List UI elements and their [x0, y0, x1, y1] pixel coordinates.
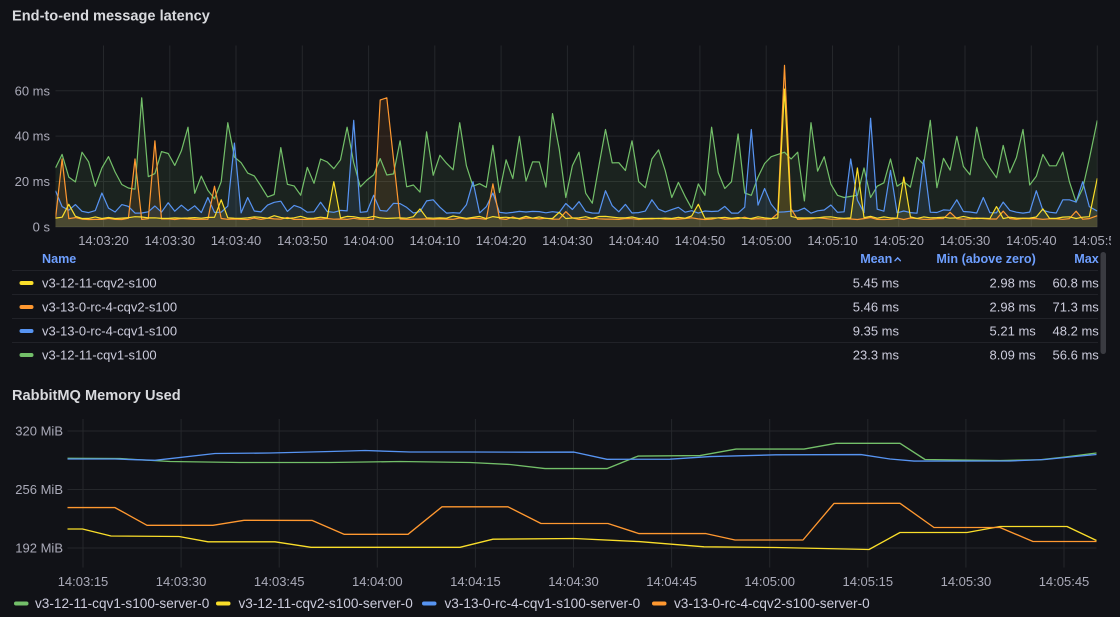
svg-text:8.09 ms: 8.09 ms [990, 348, 1037, 363]
svg-text:14:04:20: 14:04:20 [476, 233, 527, 248]
svg-text:v3-12-11-cqv1-s100-server-0: v3-12-11-cqv1-s100-server-0 [35, 596, 210, 611]
svg-text:14:03:20: 14:03:20 [78, 233, 129, 248]
svg-text:RabbitMQ Memory Used: RabbitMQ Memory Used [12, 388, 181, 404]
svg-text:14:05:20: 14:05:20 [873, 233, 924, 248]
svg-text:56.6 ms: 56.6 ms [1053, 348, 1100, 363]
svg-text:v3-12-11-cqv1-s100: v3-12-11-cqv1-s100 [42, 348, 157, 363]
svg-text:14:05:15: 14:05:15 [842, 574, 893, 589]
svg-text:End-to-end message latency: End-to-end message latency [12, 9, 211, 25]
svg-text:Name: Name [42, 252, 76, 266]
svg-text:14:04:10: 14:04:10 [409, 233, 460, 248]
svg-text:23.3 ms: 23.3 ms [853, 348, 900, 363]
svg-text:v3-13-0-rc-4-cqv2-s100-server-: v3-13-0-rc-4-cqv2-s100-server-0 [674, 596, 870, 611]
svg-text:14:03:30: 14:03:30 [144, 233, 195, 248]
svg-text:14:05:10: 14:05:10 [807, 233, 858, 248]
svg-text:320 MiB: 320 MiB [15, 424, 63, 439]
svg-text:14:03:45: 14:03:45 [254, 574, 305, 589]
svg-text:v3-13-0-rc-4-cqv2-s100: v3-13-0-rc-4-cqv2-s100 [42, 300, 177, 315]
svg-text:v3-13-0-rc-4-cqv1-s100-server-: v3-13-0-rc-4-cqv1-s100-server-0 [445, 596, 641, 611]
svg-text:14:03:50: 14:03:50 [277, 233, 328, 248]
svg-text:5.21 ms: 5.21 ms [990, 324, 1037, 339]
svg-text:14:04:50: 14:04:50 [675, 233, 726, 248]
svg-text:Mean: Mean [860, 252, 892, 266]
svg-text:v3-12-11-cqv2-s100: v3-12-11-cqv2-s100 [42, 276, 157, 291]
svg-text:5.46 ms: 5.46 ms [853, 300, 900, 315]
svg-text:14:05:45: 14:05:45 [1039, 574, 1090, 589]
svg-text:9.35 ms: 9.35 ms [853, 324, 900, 339]
svg-text:14:05:30: 14:05:30 [941, 574, 992, 589]
svg-text:14:04:15: 14:04:15 [450, 574, 501, 589]
svg-text:v3-12-11-cqv2-s100-server-0: v3-12-11-cqv2-s100-server-0 [239, 596, 414, 611]
svg-text:14:04:30: 14:04:30 [548, 574, 599, 589]
svg-text:40 ms: 40 ms [15, 129, 51, 144]
svg-text:v3-13-0-rc-4-cqv1-s100: v3-13-0-rc-4-cqv1-s100 [42, 324, 177, 339]
svg-text:60 ms: 60 ms [15, 83, 51, 98]
svg-text:2.98 ms: 2.98 ms [990, 300, 1037, 315]
svg-text:256 MiB: 256 MiB [15, 482, 63, 497]
svg-text:2.98 ms: 2.98 ms [990, 276, 1037, 291]
svg-text:14:03:15: 14:03:15 [58, 574, 109, 589]
svg-text:48.2 ms: 48.2 ms [1053, 324, 1100, 339]
svg-text:14:03:30: 14:03:30 [156, 574, 207, 589]
svg-text:Min (above zero): Min (above zero) [936, 252, 1035, 266]
svg-text:14:04:45: 14:04:45 [646, 574, 697, 589]
svg-text:60.8 ms: 60.8 ms [1053, 276, 1100, 291]
svg-text:14:05:00: 14:05:00 [744, 574, 795, 589]
svg-text:14:04:00: 14:04:00 [343, 233, 394, 248]
svg-text:14:05:00: 14:05:00 [741, 233, 792, 248]
svg-text:0 s: 0 s [33, 220, 51, 235]
svg-text:14:03:40: 14:03:40 [211, 233, 262, 248]
svg-text:Max: Max [1074, 252, 1099, 266]
svg-text:14:05:40: 14:05:40 [1006, 233, 1057, 248]
svg-text:14:04:00: 14:04:00 [352, 574, 403, 589]
svg-text:14:04:40: 14:04:40 [608, 233, 659, 248]
svg-text:71.3 ms: 71.3 ms [1053, 300, 1100, 315]
svg-text:14:05:30: 14:05:30 [940, 233, 991, 248]
svg-text:14:04:30: 14:04:30 [542, 233, 593, 248]
svg-text:20 ms: 20 ms [15, 174, 51, 189]
svg-text:5.45 ms: 5.45 ms [853, 276, 900, 291]
svg-text:192 MiB: 192 MiB [15, 541, 63, 556]
